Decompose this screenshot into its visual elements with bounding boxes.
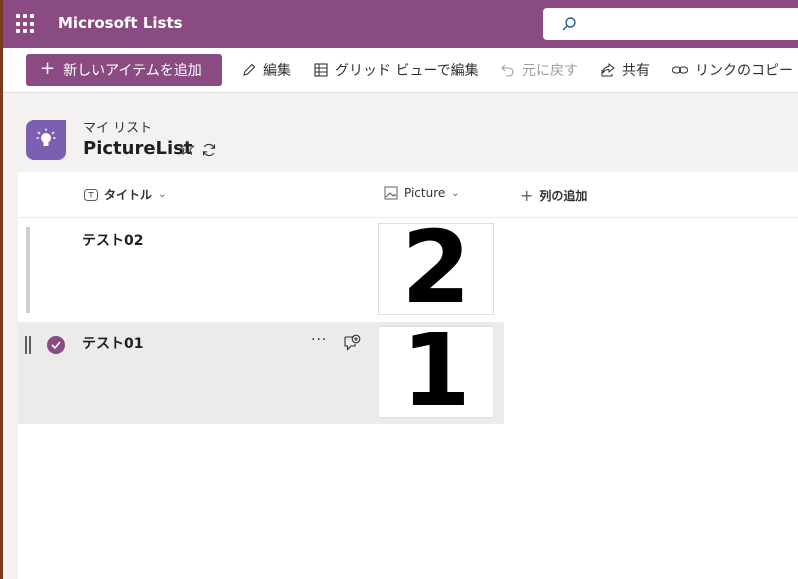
new-item-button[interactable]: + 新しいアイテムを追加 bbox=[26, 54, 222, 86]
list-icon bbox=[26, 120, 66, 160]
plus-icon: + bbox=[520, 186, 534, 205]
column-title-label: タイトル bbox=[104, 188, 153, 202]
pencil-icon bbox=[243, 63, 256, 76]
column-header-picture[interactable]: Picture ⌄ bbox=[384, 186, 460, 200]
share-label: 共有 bbox=[622, 63, 650, 79]
row-title[interactable]: テスト01 bbox=[82, 333, 143, 353]
add-column-label: 列の追加 bbox=[539, 189, 588, 203]
favorite-star-icon[interactable] bbox=[179, 140, 195, 156]
undo-button[interactable]: 元に戻す bbox=[500, 60, 578, 80]
edit-button[interactable]: 編集 bbox=[241, 60, 291, 80]
sync-icon[interactable] bbox=[201, 142, 217, 158]
chevron-down-icon: ⌄ bbox=[158, 189, 167, 200]
more-options-icon[interactable]: ··· bbox=[311, 332, 327, 348]
picture-thumbnail[interactable]: 2 bbox=[378, 223, 494, 315]
copy-link-label: リンクのコピー bbox=[695, 63, 793, 79]
list-header: マイ リスト PictureList bbox=[3, 92, 798, 172]
app-launcher-icon[interactable] bbox=[16, 14, 36, 34]
image-column-icon bbox=[384, 186, 398, 200]
picture-thumbnail[interactable]: 1 bbox=[378, 326, 494, 418]
breadcrumb[interactable]: マイ リスト bbox=[83, 117, 152, 136]
plus-icon: + bbox=[40, 58, 56, 79]
app-name[interactable]: Microsoft Lists bbox=[58, 14, 183, 32]
share-button[interactable]: 共有 bbox=[600, 60, 650, 80]
add-column-button[interactable]: + 列の追加 bbox=[520, 186, 587, 205]
table-row[interactable]: テスト02 2 bbox=[18, 219, 504, 321]
checkmark-icon bbox=[51, 341, 61, 349]
link-icon bbox=[671, 66, 689, 74]
copy-link-button[interactable]: リンクのコピー bbox=[671, 60, 793, 80]
text-column-icon bbox=[84, 188, 98, 201]
column-picture-label: Picture bbox=[404, 186, 446, 200]
column-header-row: タイトル ⌄ Picture ⌄ + 列の追加 bbox=[18, 172, 798, 218]
lightbulb-icon bbox=[36, 128, 56, 146]
share-icon bbox=[601, 62, 615, 77]
search-icon bbox=[562, 17, 576, 31]
undo-label: 元に戻す bbox=[522, 63, 578, 79]
grid-edit-button[interactable]: グリッド ビューで編集 bbox=[313, 60, 479, 80]
search-box[interactable] bbox=[543, 8, 798, 40]
undo-icon bbox=[501, 64, 514, 77]
picture-glyph: 2 bbox=[401, 223, 471, 315]
edit-label: 編集 bbox=[263, 63, 291, 79]
grid-edit-label: グリッド ビューで編集 bbox=[335, 63, 479, 79]
table-row[interactable]: テスト01 ··· 1 bbox=[18, 322, 504, 424]
chevron-down-icon: ⌄ bbox=[451, 187, 460, 199]
row-handle[interactable] bbox=[26, 227, 30, 313]
row-title[interactable]: テスト02 bbox=[82, 230, 143, 250]
row-handle[interactable] bbox=[25, 336, 31, 354]
grid-icon bbox=[314, 63, 328, 77]
page-title[interactable]: PictureList bbox=[83, 138, 193, 159]
picture-glyph: 1 bbox=[401, 326, 471, 418]
new-item-label: 新しいアイテムを追加 bbox=[63, 63, 202, 79]
row-checkbox[interactable] bbox=[47, 336, 65, 354]
suite-header: Microsoft Lists bbox=[3, 0, 798, 48]
command-bar: + 新しいアイテムを追加 編集 グリッド ビューで編集 元に戻す 共有 リンクの… bbox=[3, 48, 798, 93]
comment-add-icon[interactable] bbox=[343, 334, 361, 352]
list-view: タイトル ⌄ Picture ⌄ + 列の追加 テスト02 2 テスト01 ··… bbox=[18, 172, 798, 579]
column-header-title[interactable]: タイトル ⌄ bbox=[84, 186, 166, 203]
